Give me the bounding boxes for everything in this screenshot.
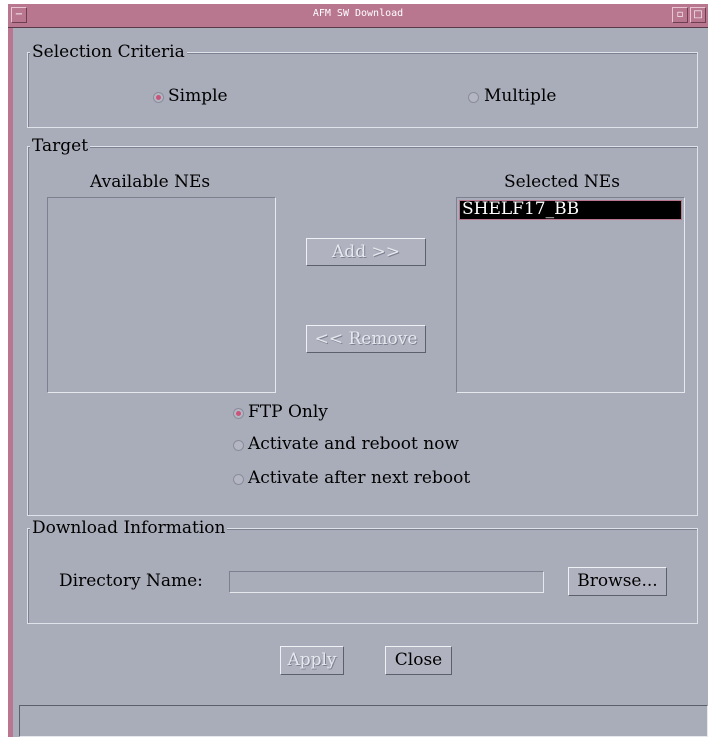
multiple-radio-label[interactable]: Multiple <box>484 86 556 106</box>
download-information-legend: Download Information <box>30 518 228 538</box>
apply-button[interactable]: Apply <box>280 646 344 675</box>
remove-button[interactable]: << Remove <box>306 325 426 353</box>
activate-reboot-now-radio[interactable] <box>233 440 244 451</box>
selection-criteria-group <box>27 52 698 128</box>
available-nes-list[interactable] <box>47 197 276 393</box>
browse-button[interactable]: Browse... <box>568 567 667 596</box>
activate-after-reboot-label[interactable]: Activate after next reboot <box>248 468 470 488</box>
activate-reboot-now-label[interactable]: Activate and reboot now <box>248 434 459 454</box>
dialog-content: Selection Criteria Simple Multiple Targe… <box>13 28 708 737</box>
ftp-only-radio[interactable] <box>233 408 244 419</box>
add-button[interactable]: Add >> <box>306 238 426 266</box>
window-title: AFM SW Download <box>312 8 404 19</box>
list-item[interactable]: SHELF17_BB <box>459 199 682 220</box>
maximize-icon[interactable]: □ <box>690 7 706 23</box>
available-nes-label: Available NEs <box>90 172 211 192</box>
activate-after-reboot-radio[interactable] <box>233 474 244 485</box>
target-legend: Target <box>30 136 91 156</box>
list-item-label: SHELF17_BB <box>462 199 580 219</box>
close-button[interactable]: Close <box>385 646 452 675</box>
afm-sw-download-window: − AFM SW Download ▫ □ Selection Criteria… <box>8 4 708 737</box>
directory-name-input[interactable] <box>229 571 544 593</box>
minimize-icon[interactable]: ▫ <box>672 7 688 23</box>
multiple-radio[interactable] <box>468 92 479 103</box>
title-bar[interactable]: − AFM SW Download ▫ □ <box>8 4 708 28</box>
ftp-only-label[interactable]: FTP Only <box>248 402 328 422</box>
simple-radio-label[interactable]: Simple <box>168 86 228 106</box>
selection-criteria-legend: Selection Criteria <box>30 42 187 62</box>
directory-name-label: Directory Name: <box>59 571 203 591</box>
selected-nes-list[interactable]: SHELF17_BB <box>456 197 685 393</box>
simple-radio[interactable] <box>153 92 164 103</box>
selected-nes-label: Selected NEs <box>504 172 620 192</box>
status-bar <box>19 705 708 737</box>
